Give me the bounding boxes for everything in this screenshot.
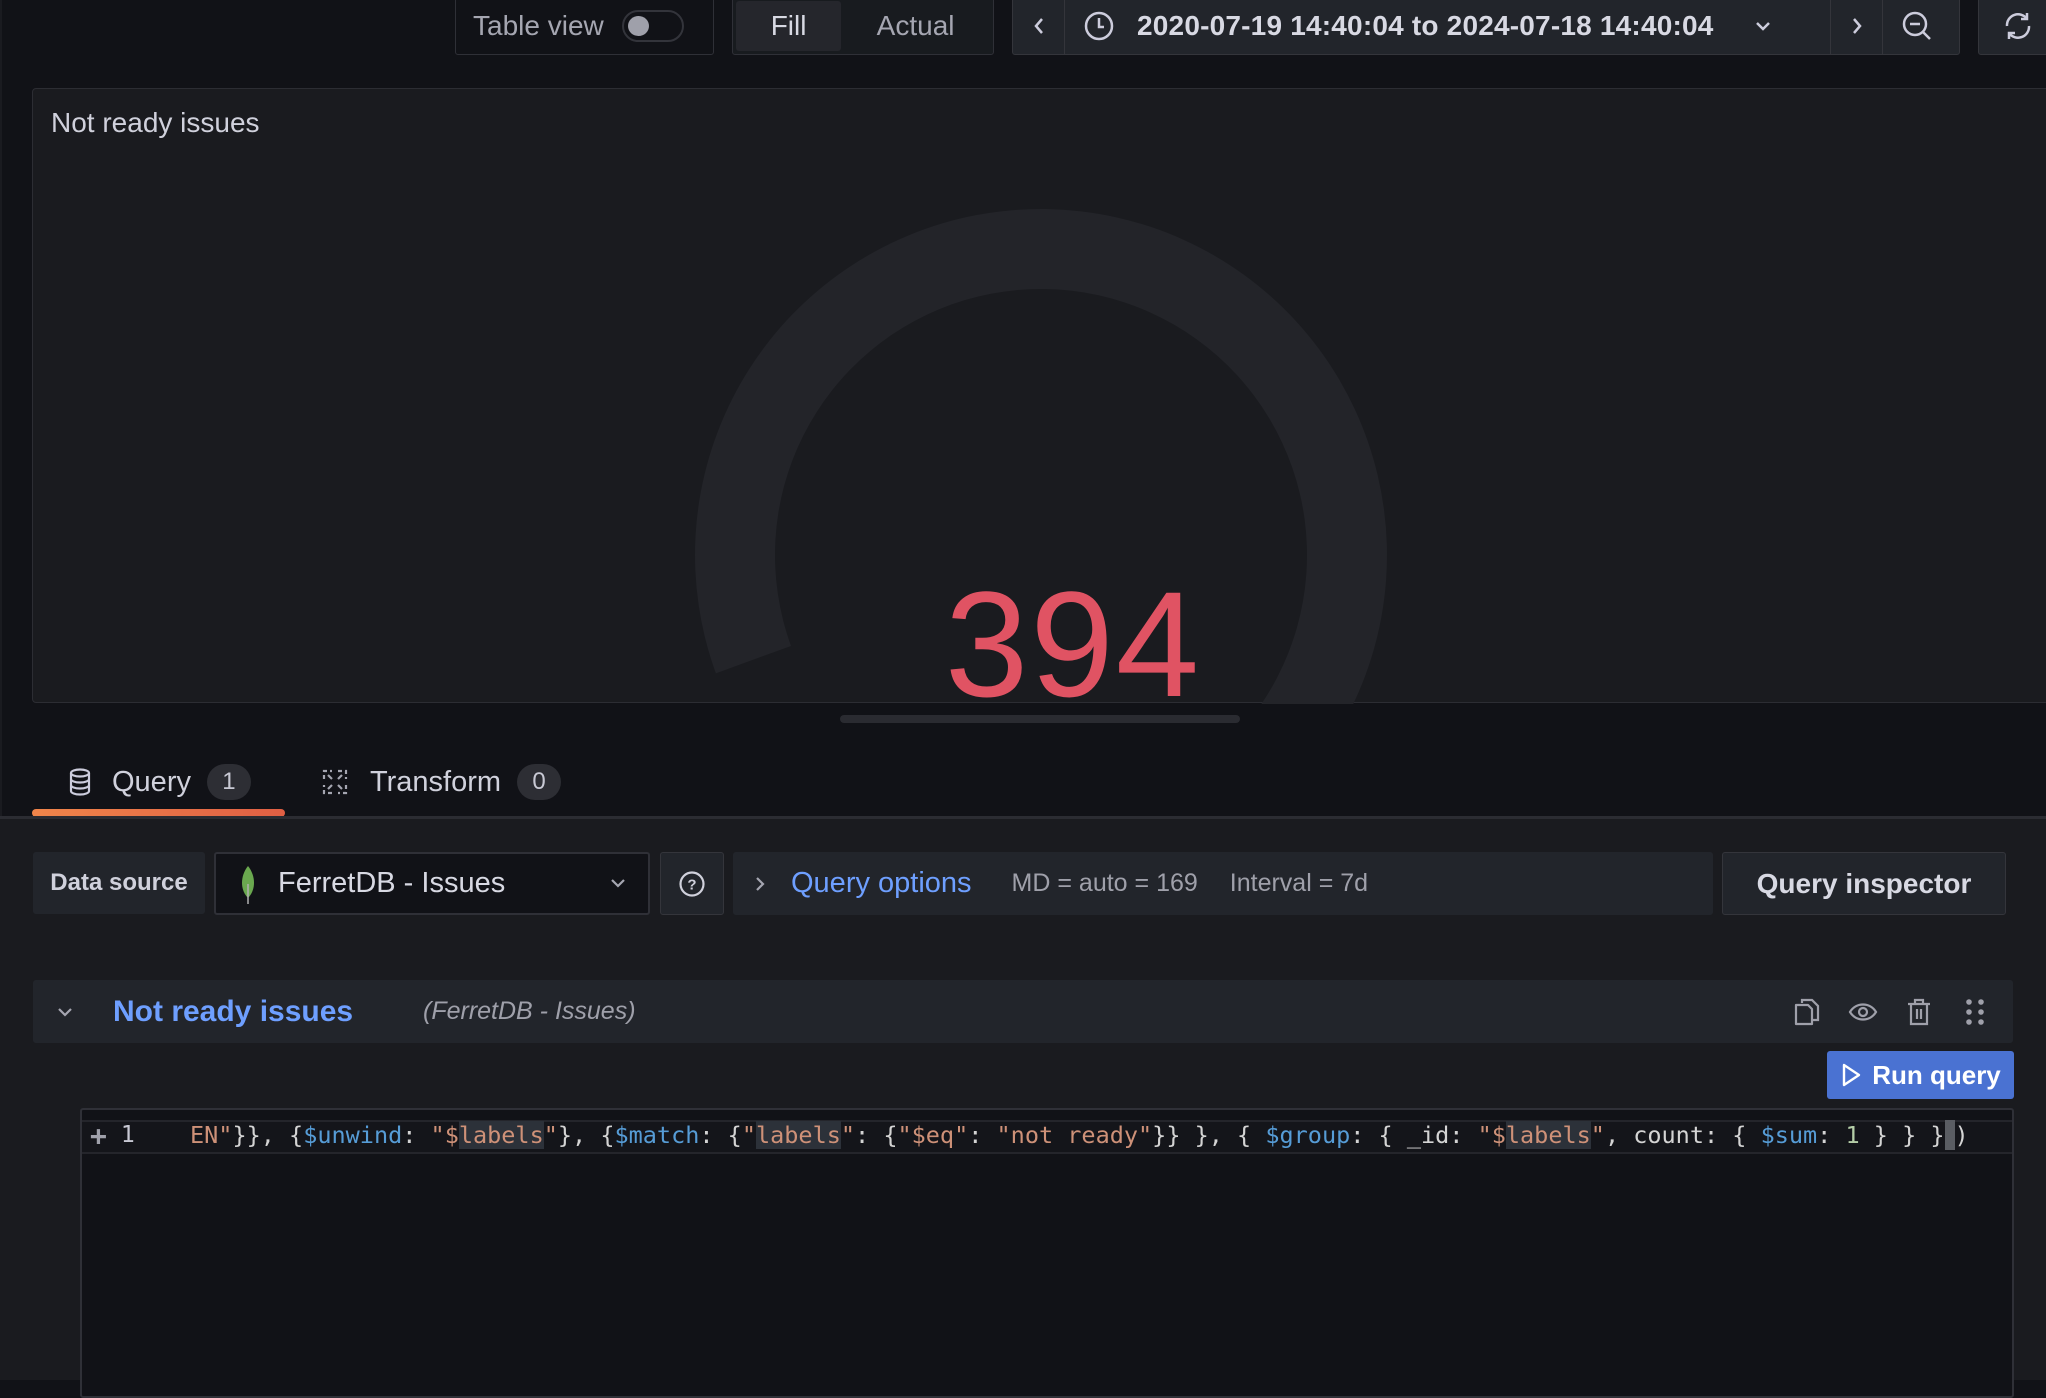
interval-info: Interval = 7d <box>1229 869 1369 897</box>
tab-query-label: Query <box>112 765 191 798</box>
collapse-query-button[interactable] <box>33 999 97 1025</box>
code-token: $match <box>614 1121 700 1149</box>
code-token: " <box>840 1121 856 1149</box>
transform-icon <box>322 769 348 795</box>
code-token: : { <box>855 1121 898 1149</box>
code-token: : <box>402 1121 431 1149</box>
eye-icon <box>1848 1002 1878 1021</box>
code-token: "$ <box>1477 1121 1506 1149</box>
line-number: 1 <box>120 1122 135 1148</box>
time-range-text: 2020-07-19 14:40:04 to 2024-07-18 14:40:… <box>1137 9 1714 41</box>
code-token: }} }, { <box>1152 1121 1266 1149</box>
query-datasource-name: (FerretDB - Issues) <box>423 997 636 1025</box>
actual-button[interactable]: Actual <box>841 1 990 51</box>
query-options-toggle[interactable]: Query options MD = auto = 169 Interval =… <box>733 852 1713 915</box>
code-token: $unwind <box>303 1121 403 1149</box>
chevron-right-icon <box>756 876 765 891</box>
gauge-panel: Not ready issues 394 <box>32 88 2046 719</box>
code-token: } } } <box>1859 1121 1945 1149</box>
editor-cursor <box>1944 1120 1955 1150</box>
drag-handle-icon <box>1966 998 1984 1025</box>
data-source-label: Data source <box>33 852 205 914</box>
query-code-editor[interactable]: + 1 EN"}}, {$unwind: "$ labels "}, {$match… <box>80 1108 2014 1398</box>
code-token: $group <box>1265 1121 1351 1149</box>
fill-actual-radio-group: Fill Actual <box>732 0 994 55</box>
query-ref-id[interactable]: Not ready issues <box>113 995 423 1029</box>
data-source-select[interactable]: FerretDB - Issues <box>214 852 650 915</box>
code-token: }, { <box>557 1121 615 1149</box>
run-query-label: Run query <box>1872 1059 2001 1090</box>
code-token: : { _id: <box>1350 1121 1478 1149</box>
code-token: " <box>1590 1121 1605 1149</box>
code-token: "not ready" <box>996 1121 1153 1149</box>
max-data-points-info: MD = auto = 169 <box>1011 869 1198 897</box>
code-token: }}, { <box>232 1121 304 1149</box>
chevron-down-icon <box>611 879 625 888</box>
tab-query[interactable]: Query 1 <box>68 756 251 808</box>
trash-icon <box>1908 998 1930 1025</box>
table-view-switch[interactable] <box>621 9 684 42</box>
toggle-query-visibility-button[interactable] <box>1847 996 1879 1028</box>
code-token: $sum <box>1760 1121 1818 1149</box>
panel-resize-handle[interactable] <box>840 715 1240 723</box>
duplicate-query-button[interactable] <box>1791 996 1823 1028</box>
switch-knob <box>627 15 649 36</box>
code-token: " <box>741 1121 756 1149</box>
refresh-icon <box>2005 12 2031 39</box>
time-range-picker: 2020-07-19 14:40:04 to 2024-07-18 14:40:… <box>1012 0 1960 55</box>
chevron-left-icon <box>1033 17 1043 34</box>
code-token: labels <box>458 1121 544 1149</box>
code-token: : <box>968 1121 997 1149</box>
time-back-button[interactable] <box>1013 0 1065 54</box>
tab-transform[interactable]: Transform 0 <box>320 756 562 808</box>
zoom-out-icon <box>1902 11 1931 40</box>
gauge-value: 394 <box>944 560 1202 728</box>
code-token: , count: { <box>1604 1121 1761 1149</box>
add-icon[interactable]: + <box>90 1119 107 1152</box>
copy-icon <box>1794 998 1820 1025</box>
query-row-header: Not ready issues (FerretDB - Issues) <box>33 980 2013 1043</box>
table-view-label: Table view <box>473 9 604 41</box>
zoom-out-button[interactable] <box>1883 0 1951 54</box>
database-icon <box>69 768 91 796</box>
fill-button[interactable]: Fill <box>736 0 842 51</box>
delete-query-button[interactable] <box>1903 996 1935 1028</box>
tab-transform-count: 0 <box>517 764 562 800</box>
code-token: "$ <box>430 1121 459 1149</box>
table-view-toggle-group[interactable]: Table view <box>455 0 714 55</box>
tab-query-count: 1 <box>206 764 251 800</box>
mongodb-leaf-icon <box>242 865 254 904</box>
query-options-label: Query options <box>791 867 972 899</box>
code-token: EN" <box>190 1121 233 1149</box>
code-line[interactable]: EN"}}, {$unwind: "$ labels "}, {$match: {"… <box>190 1118 1969 1152</box>
code-token: 1 <box>1845 1121 1860 1149</box>
time-forward-button[interactable] <box>1831 0 1883 54</box>
clock-icon <box>1084 11 1114 40</box>
chevron-right-icon <box>1852 17 1862 34</box>
help-circle-icon: ? <box>679 870 705 897</box>
code-token: " <box>543 1121 558 1149</box>
tab-transform-label: Transform <box>370 765 502 798</box>
play-icon <box>1843 1063 1861 1087</box>
run-query-button[interactable]: Run query <box>1827 1051 2014 1099</box>
code-token: ) <box>1954 1121 1969 1149</box>
code-token: : { <box>699 1121 742 1149</box>
time-range-button[interactable]: 2020-07-19 14:40:04 to 2024-07-18 14:40:… <box>1065 0 1831 54</box>
chevron-down-icon <box>58 1007 72 1017</box>
refresh-button[interactable] <box>1978 0 2046 55</box>
code-token: labels <box>1505 1121 1591 1149</box>
code-token: : <box>1817 1121 1846 1149</box>
svg-text:?: ? <box>687 876 696 893</box>
query-inspector-button[interactable]: Query inspector <box>1722 852 2006 915</box>
drag-query-handle[interactable] <box>1959 996 1991 1028</box>
data-source-help-button[interactable]: ? <box>660 852 724 915</box>
editor-gutter: + 1 <box>90 1118 135 1152</box>
code-token: labels <box>755 1121 841 1149</box>
code-token: "$eq" <box>897 1121 969 1149</box>
chevron-down-icon <box>1755 21 1770 31</box>
data-source-value: FerretDB - Issues <box>278 867 506 899</box>
